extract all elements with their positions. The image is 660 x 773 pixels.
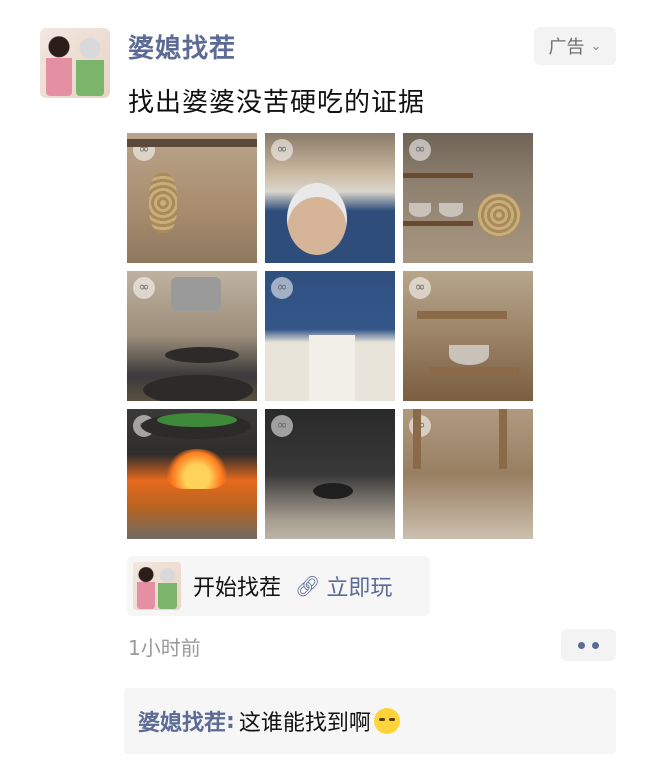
- post-timestamp: 1小时前: [128, 636, 201, 660]
- grid-image-1[interactable]: ∞: [127, 133, 257, 263]
- grid-image-4[interactable]: ∞: [127, 271, 257, 401]
- image-grid: ∞ ∞ ∞ ∞ ∞ ∞ ∞ ∞ ∞: [127, 133, 533, 539]
- comment-text[interactable]: 这谁能找到啊: [239, 705, 371, 737]
- post-text: 找出婆婆没苦硬吃的证据: [128, 88, 426, 118]
- account-avatar[interactable]: [40, 28, 110, 98]
- ad-badge-button[interactable]: 广告 ⌄: [534, 27, 616, 65]
- grid-image-2[interactable]: ∞: [265, 133, 395, 263]
- avatar-figure-old: [76, 38, 104, 96]
- grid-image-7[interactable]: ∞: [127, 409, 257, 539]
- game-title: 开始找茬: [193, 576, 282, 601]
- chevron-down-icon: ⌄: [590, 38, 602, 54]
- live-photo-icon: ∞: [409, 277, 431, 299]
- crying-laughing-emoji-icon: [373, 708, 400, 734]
- more-actions-button[interactable]: [561, 629, 616, 661]
- grid-image-9[interactable]: ∞: [403, 409, 533, 539]
- live-photo-icon: ∞: [271, 415, 293, 437]
- grid-image-8[interactable]: ∞: [265, 409, 395, 539]
- grid-image-3[interactable]: ∞: [403, 133, 533, 263]
- grid-image-5[interactable]: ∞: [265, 271, 395, 401]
- ad-label: 广告: [548, 37, 585, 58]
- grid-image-6[interactable]: ∞: [403, 271, 533, 401]
- comment-author[interactable]: 婆媳找茬: [138, 705, 226, 737]
- mini-game-card[interactable]: 开始找茬 🔗︎ 立即玩: [127, 556, 430, 616]
- thumbnail-figure-young: [137, 567, 155, 609]
- live-photo-icon: ∞: [133, 277, 155, 299]
- link-icon: 🔗︎: [295, 574, 321, 598]
- avatar-figure-young: [46, 36, 72, 96]
- comment-separator: :: [226, 708, 235, 734]
- account-name[interactable]: 婆媳找茬: [128, 28, 236, 65]
- thumbnail-figure-old: [158, 568, 177, 609]
- comment-panel: 婆媳找茬 : 这谁能找到啊: [124, 688, 616, 754]
- game-thumbnail: [133, 562, 181, 610]
- play-now-link[interactable]: 立即玩: [326, 570, 392, 602]
- live-photo-icon: ∞: [271, 139, 293, 161]
- live-photo-icon: ∞: [409, 139, 431, 161]
- more-dot-icon: [592, 641, 599, 649]
- more-dot-icon: [578, 641, 585, 649]
- live-photo-icon: ∞: [271, 277, 293, 299]
